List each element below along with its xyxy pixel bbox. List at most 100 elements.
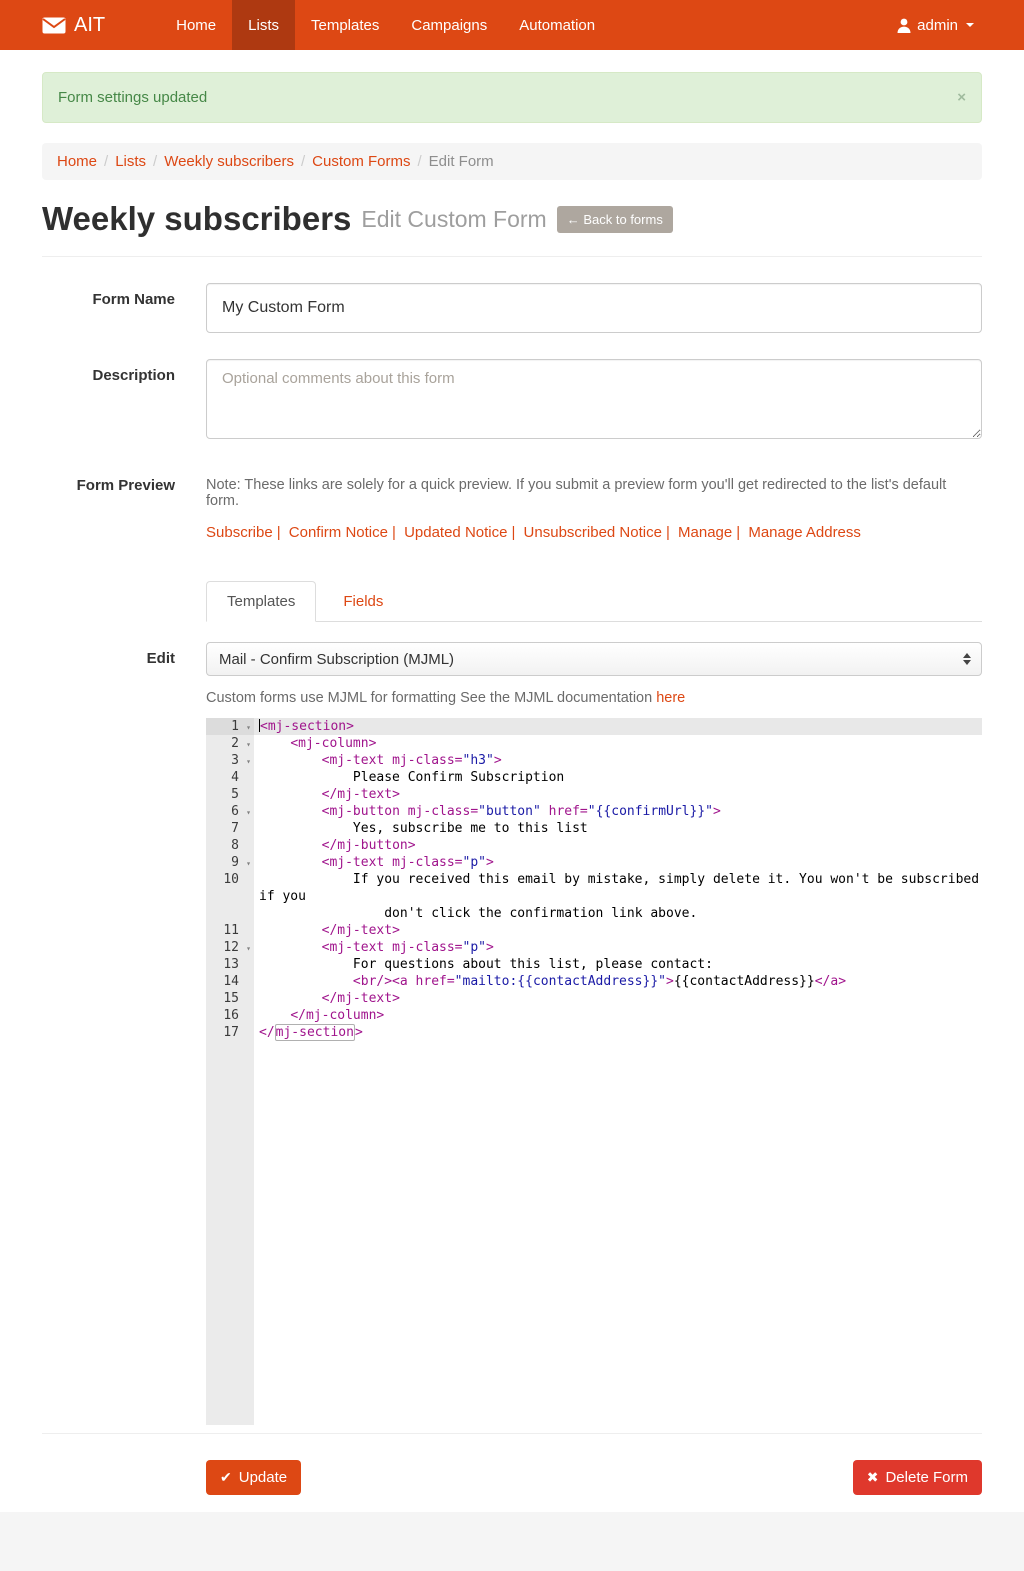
select-arrows-icon	[963, 653, 971, 665]
breadcrumb-separator: /	[410, 153, 428, 170]
editor-line-10[interactable]: 10 If you received this email by mistake…	[206, 871, 982, 922]
code-editor[interactable]: 1▾<mj-section>2▾ <mj-column>3▾ <mj-text …	[206, 718, 982, 1425]
editor-code-text: </mj-text>	[254, 990, 982, 1007]
editor-line-number: 2▾	[206, 735, 254, 752]
preview-note: Note: These links are solely for a quick…	[206, 469, 982, 509]
editor-line-number: 4	[206, 769, 254, 786]
chevron-down-icon	[966, 23, 974, 27]
editor-line-number: 13	[206, 956, 254, 973]
tab-fields[interactable]: Fields	[322, 581, 404, 622]
preview-link-manage-address[interactable]: Manage Address	[748, 524, 861, 541]
fold-arrow-icon[interactable]: ▾	[246, 804, 251, 821]
editor-line-1[interactable]: 1▾<mj-section>	[206, 718, 982, 735]
editor-line-number: 14	[206, 973, 254, 990]
fold-arrow-icon[interactable]: ▾	[246, 940, 251, 957]
template-select-value: Mail - Confirm Subscription (MJML)	[219, 651, 454, 668]
editor-line-4[interactable]: 4 Please Confirm Subscription	[206, 769, 982, 786]
back-to-forms-button[interactable]: ← Back to forms	[557, 206, 673, 233]
breadcrumb-home[interactable]: Home	[57, 153, 97, 170]
envelope-icon	[42, 17, 66, 34]
editor-line-2[interactable]: 2▾ <mj-column>	[206, 735, 982, 752]
editor-line-number: 16	[206, 1007, 254, 1024]
editor-line-number: 15	[206, 990, 254, 1007]
editor-line-9[interactable]: 9▾ <mj-text mj-class="p">	[206, 854, 982, 871]
preview-link-subscribe[interactable]: Subscribe	[206, 524, 273, 541]
editor-line-number: 17	[206, 1024, 254, 1041]
fold-arrow-icon[interactable]: ▾	[246, 855, 251, 872]
nav-item-automation[interactable]: Automation	[503, 0, 611, 50]
editor-code-text: <mj-text mj-class="h3">	[254, 752, 982, 769]
breadcrumb-separator: /	[294, 153, 312, 170]
tab-templates[interactable]: Templates	[206, 581, 316, 622]
editor-line-6[interactable]: 6▾ <mj-button mj-class="button" href="{{…	[206, 803, 982, 820]
nav-item-home[interactable]: Home	[160, 0, 232, 50]
breadcrumb-weekly-subscribers[interactable]: Weekly subscribers	[164, 153, 294, 170]
mjml-doc-link[interactable]: here	[656, 690, 685, 706]
editor-line-8[interactable]: 8 </mj-button>	[206, 837, 982, 854]
form-tabs: Templates Fields	[206, 581, 982, 622]
breadcrumb-separator: /	[97, 153, 115, 170]
editor-line-17[interactable]: 17</mj-section>	[206, 1024, 982, 1041]
link-separator: |	[662, 524, 674, 541]
editor-code-text: <mj-section>	[254, 718, 982, 735]
brand-logo[interactable]: AIT	[42, 0, 115, 50]
editor-line-11[interactable]: 11 </mj-text>	[206, 922, 982, 939]
editor-line-15[interactable]: 15 </mj-text>	[206, 990, 982, 1007]
mjml-help-label: Custom forms use MJML for formatting See…	[206, 690, 656, 706]
form-name-input[interactable]	[206, 283, 982, 333]
user-dropdown[interactable]: admin	[889, 17, 982, 34]
mjml-help-text: Custom forms use MJML for formatting See…	[206, 690, 982, 706]
breadcrumb-custom-forms[interactable]: Custom Forms	[312, 153, 410, 170]
editor-line-14[interactable]: 14 <br/><a href="mailto:{{contactAddress…	[206, 973, 982, 990]
preview-links: Subscribe| Confirm Notice| Updated Notic…	[206, 524, 982, 541]
editor-line-number: 5	[206, 786, 254, 803]
editor-line-number: 3▾	[206, 752, 254, 769]
link-separator: |	[732, 524, 744, 541]
fold-arrow-icon[interactable]: ▾	[246, 736, 251, 753]
delete-form-button[interactable]: ✖ Delete Form	[853, 1460, 982, 1495]
editor-line-7[interactable]: 7 Yes, subscribe me to this list	[206, 820, 982, 837]
editor-code-text: </mj-text>	[254, 786, 982, 803]
delete-button-label: Delete Form	[885, 1469, 968, 1486]
alert-close-icon[interactable]: ×	[957, 90, 966, 105]
description-textarea[interactable]	[206, 359, 982, 439]
editor-line-5[interactable]: 5 </mj-text>	[206, 786, 982, 803]
update-button[interactable]: ✔ Update	[206, 1460, 301, 1495]
editor-line-3[interactable]: 3▾ <mj-text mj-class="h3">	[206, 752, 982, 769]
editor-line-16[interactable]: 16 </mj-column>	[206, 1007, 982, 1024]
editor-line-number: 7	[206, 820, 254, 837]
update-button-label: Update	[239, 1469, 287, 1486]
preview-link-unsubscribed-notice[interactable]: Unsubscribed Notice	[524, 524, 662, 541]
preview-link-updated-notice[interactable]: Updated Notice	[404, 524, 507, 541]
editor-line-number: 12▾	[206, 939, 254, 956]
footer	[0, 1512, 1024, 1571]
editor-line-12[interactable]: 12▾ <mj-text mj-class="p">	[206, 939, 982, 956]
preview-link-manage[interactable]: Manage	[678, 524, 732, 541]
template-select[interactable]: Mail - Confirm Subscription (MJML)	[206, 642, 982, 676]
fold-arrow-icon[interactable]: ▾	[246, 753, 251, 770]
link-separator: |	[273, 524, 285, 541]
editor-line-13[interactable]: 13 For questions about this list, please…	[206, 956, 982, 973]
nav-item-campaigns[interactable]: Campaigns	[395, 0, 503, 50]
page-title: Weekly subscribers	[42, 200, 351, 238]
preview-link-confirm-notice[interactable]: Confirm Notice	[289, 524, 388, 541]
breadcrumb-current: Edit Form	[429, 153, 494, 170]
link-separator: |	[507, 524, 519, 541]
editor-line-number: 6▾	[206, 803, 254, 820]
editor-code-text: If you received this email by mistake, s…	[254, 871, 982, 922]
bottom-divider	[42, 1433, 982, 1434]
nav-item-templates[interactable]: Templates	[295, 0, 395, 50]
breadcrumb-separator: /	[146, 153, 164, 170]
editor-line-number: 9▾	[206, 854, 254, 871]
top-navbar: AIT Home Lists Templates Campaigns Autom…	[0, 0, 1024, 50]
fold-arrow-icon[interactable]: ▾	[246, 719, 251, 736]
breadcrumb-lists[interactable]: Lists	[115, 153, 146, 170]
editor-line-number: 11	[206, 922, 254, 939]
breadcrumb: Home / Lists / Weekly subscribers / Cust…	[42, 143, 982, 180]
editor-code-text: </mj-section>	[254, 1024, 982, 1041]
nav-item-lists[interactable]: Lists	[232, 0, 295, 50]
page-header: Weekly subscribers Edit Custom Form ← Ba…	[42, 200, 982, 257]
main-nav: Home Lists Templates Campaigns Automatio…	[160, 0, 611, 50]
editor-code-text: Please Confirm Subscription	[254, 769, 982, 786]
form-name-label: Form Name	[42, 283, 206, 333]
